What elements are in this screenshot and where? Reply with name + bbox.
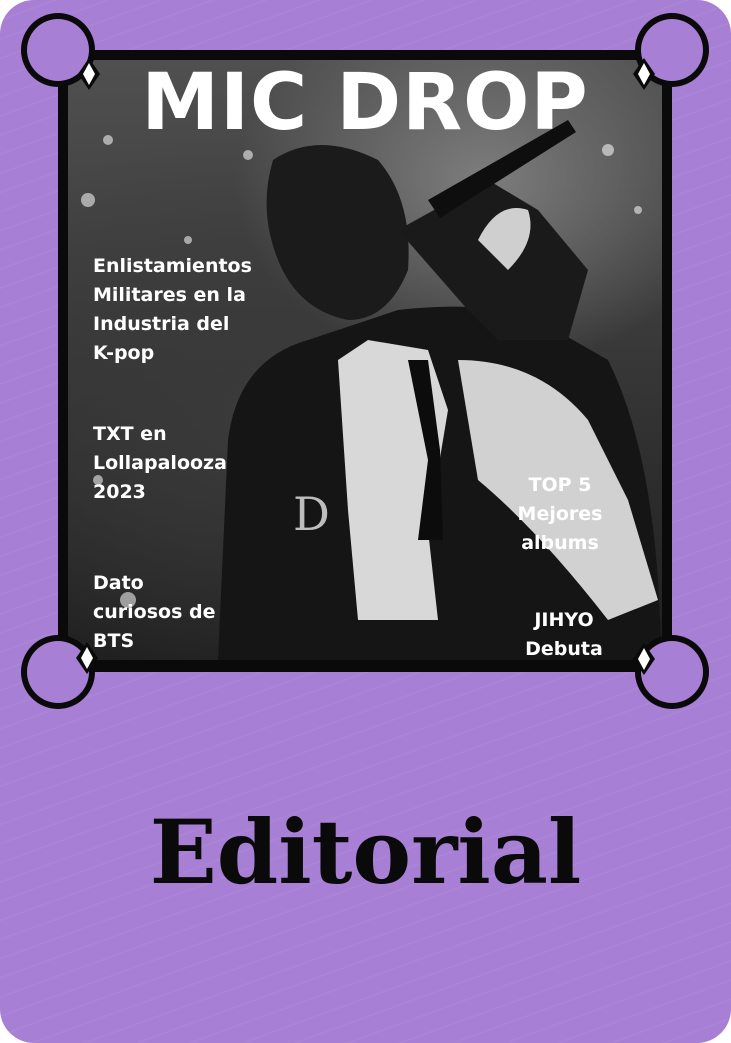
- editorial-card[interactable]: D MIC DROP Enlistamientos Militares en l…: [0, 0, 731, 1043]
- coverline-top5-albums: TOP 5 Mejores albums: [517, 474, 603, 554]
- coverline-bts-facts: Dato curiosos de BTS: [93, 572, 216, 652]
- coverline-military-enlistments: Enlistamientos Militares en la Industria…: [93, 255, 252, 364]
- coverline-jihyo-debut: JIHYO Debuta c: [525, 609, 603, 658]
- frame-corner-bottom-left: [27, 641, 89, 703]
- svg-text:D: D: [293, 487, 330, 541]
- coverline-txt-lollapalooza: TXT en Lollapalooza 2023: [93, 423, 227, 503]
- card-title: Editorial: [149, 800, 582, 904]
- magazine-masthead: MIC DROP: [141, 58, 589, 148]
- frame-corner-bottom-right: [641, 641, 703, 703]
